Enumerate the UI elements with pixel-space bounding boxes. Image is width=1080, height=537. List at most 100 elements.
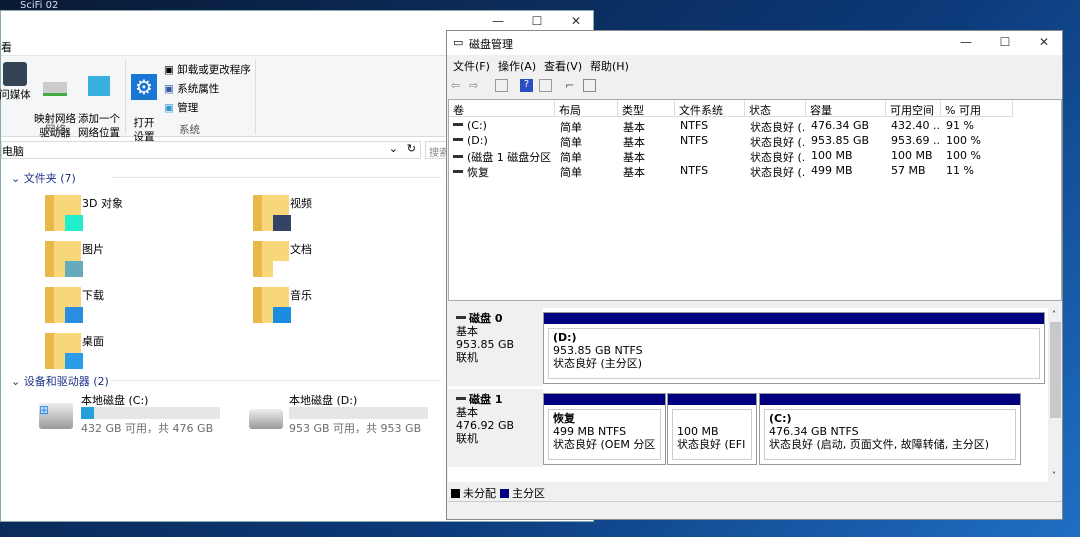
column-header[interactable]: 状态 <box>745 100 806 117</box>
console-tree-icon[interactable] <box>495 79 508 92</box>
disk-name: 磁盘 1 <box>456 393 535 406</box>
table-cell: 基本 <box>623 136 645 149</box>
partition[interactable]: 100 MB状态良好 (EFI 系统 <box>667 393 757 465</box>
drive-icon <box>249 409 283 429</box>
menu-item[interactable]: 操作(A) <box>498 58 536 74</box>
table-cell: 基本 <box>623 151 645 164</box>
partition-status: 状态良好 (EFI 系统 <box>677 438 747 451</box>
scrollbar-thumb[interactable] <box>1050 322 1061 418</box>
drive-usage-bar <box>289 407 428 419</box>
column-header[interactable]: 可用空间 <box>886 100 941 117</box>
partition-body: 恢复 499 MB NTFS 状态良好 (OEM 分区) <box>548 409 661 460</box>
table-cell: 简单 <box>560 151 582 164</box>
chevron-down-icon[interactable]: ⌄ <box>389 142 398 155</box>
volume-name: (C:) <box>467 119 487 132</box>
drive-free-space: 432 GB 可用，共 476 GB <box>81 422 214 435</box>
close-button[interactable]: ✕ <box>561 14 591 28</box>
partition-size: 953.85 GB NTFS <box>553 344 643 357</box>
maximize-button[interactable]: ☐ <box>522 14 552 28</box>
column-header[interactable]: 布局 <box>555 100 618 117</box>
table-cell: NTFS <box>680 164 709 177</box>
folder-overlay-icon <box>273 261 291 277</box>
connect-icon[interactable]: ⌐ <box>565 79 578 92</box>
partition-label: 恢复 <box>553 412 575 425</box>
scroll-up-icon[interactable]: ˄ <box>1052 310 1056 319</box>
title-bar: ▭ 磁盘管理 — ☐ ✕ <box>447 31 1062 55</box>
partition-color-bar <box>760 394 1020 405</box>
menu-item[interactable]: 文件(F) <box>453 58 490 74</box>
table-cell: 953.85 GB <box>811 134 870 147</box>
volume-table: 卷布局 类型 文件系统 状态 容量 可用空间% 可用 (C:) 简单 基本 NTFS 状态良好 (.… <box>448 99 1062 301</box>
folder-icon <box>253 195 291 231</box>
address-bar[interactable]: 电脑 ⌄ ↻ <box>1 141 421 159</box>
table-cell: 100 MB <box>811 149 853 162</box>
table-cell: 恢复 <box>453 164 554 180</box>
access-media-button[interactable]: 问媒体 <box>0 62 33 102</box>
disk-size: 476.92 GB <box>456 419 515 432</box>
disk-header[interactable]: 磁盘 0 基本 953.85 GB 联机 <box>448 308 543 386</box>
volume-name: (磁盘 1 磁盘分区 2) <box>467 151 554 164</box>
minimize-button[interactable]: — <box>951 35 981 49</box>
folder-overlay-icon <box>65 215 83 231</box>
network-location-icon <box>88 76 110 96</box>
legend-label: 未分配 <box>463 487 496 500</box>
manage-button[interactable]: ▣ 管理 <box>164 100 198 115</box>
open-settings-button[interactable]: ⚙ 打开 设置 <box>129 60 159 144</box>
forward-icon[interactable]: ⇨ <box>469 79 482 92</box>
folder-name: 音乐 <box>290 289 312 302</box>
column-header[interactable]: 卷 <box>449 100 555 117</box>
refresh-icon[interactable]: ↻ <box>407 142 416 155</box>
manage-icon: ▣ <box>164 102 178 114</box>
partition-color-bar <box>668 394 756 405</box>
partition-body: 100 MB状态良好 (EFI 系统 <box>672 409 752 460</box>
table-cell: 简单 <box>560 121 582 134</box>
legend-swatch <box>500 489 509 498</box>
column-header[interactable]: 容量 <box>806 100 886 117</box>
disk-name: 磁盘 0 <box>456 312 535 325</box>
drive-name: 本地磁盘 (C:) <box>81 394 149 407</box>
partition[interactable]: 恢复 499 MB NTFS 状态良好 (OEM 分区) <box>543 393 666 465</box>
scrollbar-vertical[interactable]: ˄ ˅ <box>1049 308 1062 482</box>
volume-name: 恢复 <box>467 166 489 179</box>
windows-drive-icon: ⊞ <box>39 403 73 429</box>
uninstall-program-button[interactable]: ▣ 卸载或更改程序 <box>164 62 251 77</box>
disk-type: 基本 <box>456 406 478 419</box>
add-network-location-button[interactable]: 添加一个 网络位置 <box>77 62 121 140</box>
disk-type: 基本 <box>456 325 478 338</box>
back-icon[interactable]: ⇦ <box>451 79 464 92</box>
section-drives[interactable]: ⌄ 设备和驱动器 (2) <box>11 373 441 389</box>
column-header[interactable]: % 可用 <box>941 100 1013 117</box>
status-bar <box>447 501 1062 519</box>
section-folders[interactable]: ⌄ 文件夹 (7) <box>11 170 441 186</box>
folder-icon <box>45 287 83 323</box>
disk-header[interactable]: 磁盘 1 基本 476.92 GB 联机 <box>448 389 543 467</box>
maximize-button[interactable]: ☐ <box>990 35 1020 49</box>
column-header[interactable]: 文件系统 <box>675 100 745 117</box>
partition[interactable]: (C:) 476.34 GB NTFS 状态良好 (启动, 页面文件, 故障转储, … <box>759 393 1021 465</box>
table-cell: 476.34 GB <box>811 119 870 132</box>
table-cell: 100 MB <box>891 149 933 162</box>
gear-icon: ⚙ <box>131 74 157 100</box>
volume-icon <box>453 155 463 158</box>
system-properties-button[interactable]: ▣ 系统属性 <box>164 81 219 96</box>
properties-icon[interactable] <box>583 79 596 92</box>
partition-status: 状态良好 (启动, 页面文件, 故障转储, 主分区) <box>769 438 990 451</box>
partition-label: (D:) <box>553 331 577 344</box>
table-cell: (C:) <box>453 119 554 132</box>
menu-item[interactable]: 查看(V) <box>544 58 582 74</box>
disk-mgmt-icon: ▭ <box>453 36 464 49</box>
table-cell: 100 % <box>946 149 981 162</box>
table-cell: 91 % <box>946 119 974 132</box>
help-icon[interactable]: ? <box>520 79 533 92</box>
minimize-button[interactable]: — <box>483 14 513 28</box>
disk-management-window: ▭ 磁盘管理 — ☐ ✕ 文件(F) 操作(A) 查看(V) 帮助(H) ⇦ ⇨ ? … <box>446 30 1063 520</box>
action-pane-icon[interactable] <box>539 79 552 92</box>
ribbon-tab-view[interactable]: 看 <box>1 39 12 55</box>
toolbar: ⇦ ⇨ ? ⌐ <box>447 75 1062 97</box>
close-button[interactable]: ✕ <box>1029 35 1059 49</box>
partition-size: 476.34 GB NTFS <box>769 425 859 438</box>
scroll-down-icon[interactable]: ˅ <box>1052 471 1056 480</box>
menu-item[interactable]: 帮助(H) <box>590 58 629 74</box>
partition[interactable]: (D:) 953.85 GB NTFS 状态良好 (主分区) <box>543 312 1045 384</box>
column-header[interactable]: 类型 <box>618 100 675 117</box>
